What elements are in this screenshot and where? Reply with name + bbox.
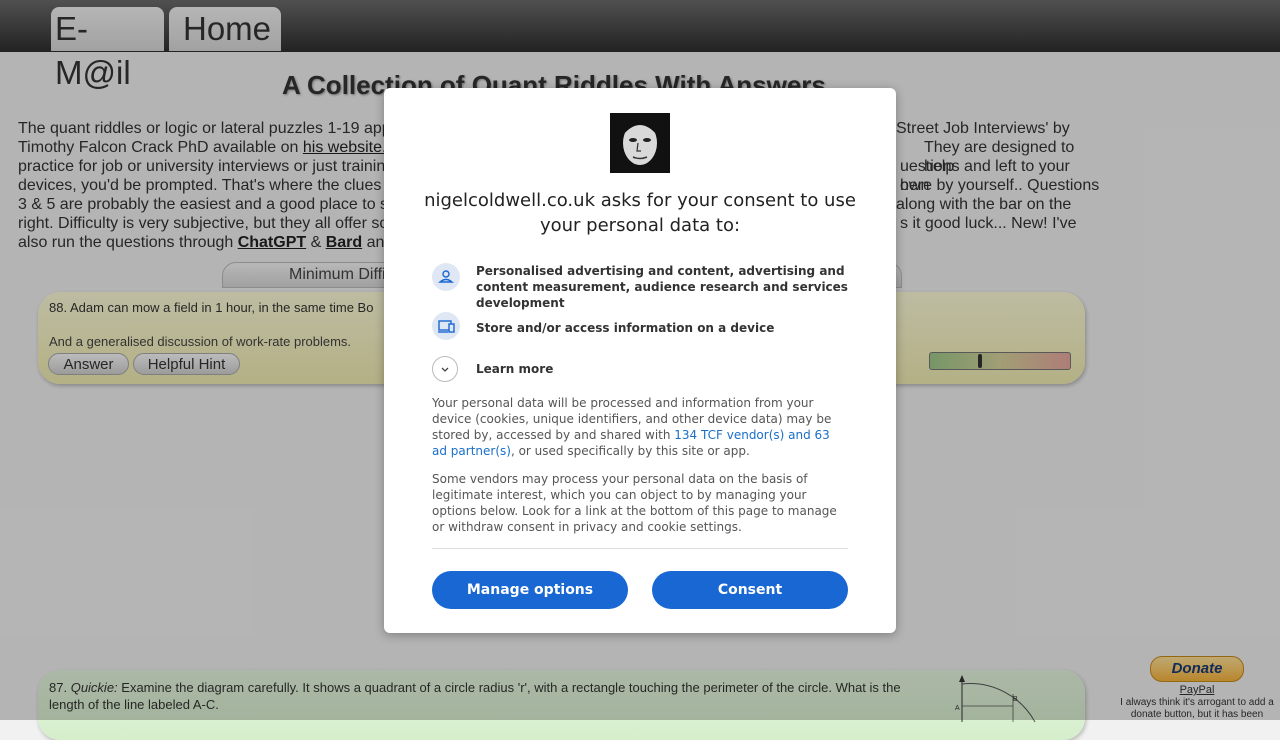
site-logo [610, 113, 670, 173]
purpose-label: Personalised advertising and content, ad… [476, 264, 848, 310]
manage-options-button[interactable]: Manage options [432, 571, 628, 609]
divider [432, 548, 848, 549]
consent-paragraph-2: Some vendors may process your personal d… [432, 472, 837, 534]
consent-paragraph-1: Your personal data will be processed and… [432, 396, 832, 458]
chevron-down-icon[interactable] [432, 356, 458, 382]
consent-button[interactable]: Consent [652, 571, 848, 609]
learn-more-label[interactable]: Learn more [476, 361, 856, 377]
consent-dialog: nigelcoldwell.co.uk asks for your consen… [384, 88, 896, 633]
consent-title: nigelcoldwell.co.uk asks for your consen… [424, 190, 856, 236]
person-icon [432, 263, 460, 291]
purpose-label: Store and/or access information on a dev… [476, 321, 775, 335]
devices-icon [432, 312, 460, 340]
